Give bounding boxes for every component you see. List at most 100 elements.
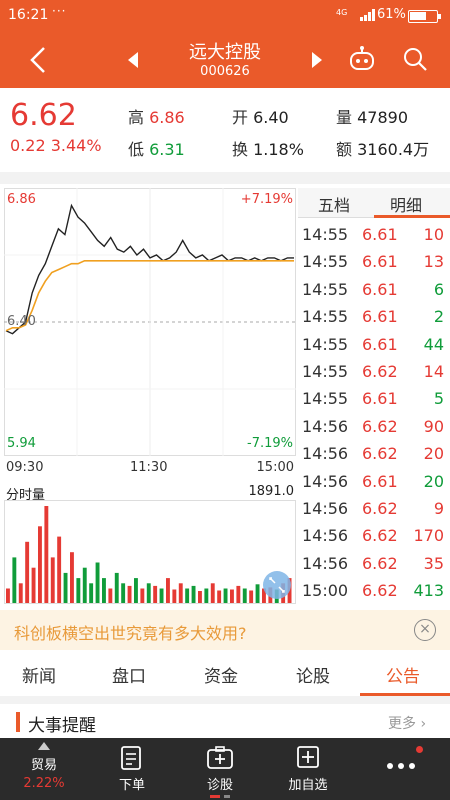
volume-bar xyxy=(134,578,138,604)
section-gap xyxy=(0,172,450,184)
tab-handicap[interactable]: 盘口 xyxy=(112,662,146,687)
tab-forum[interactable]: 论股 xyxy=(296,662,330,687)
trade-time: 14:56 xyxy=(302,553,349,573)
volume-bar xyxy=(121,583,126,604)
status-dots: ··· xyxy=(52,4,67,18)
trade-volume: 9 xyxy=(433,499,444,518)
change-amount: 0.22 xyxy=(10,136,46,155)
trade-detail-panel: 五档 明细 14:55 6.61 10 14:55 6.61 13 14:55 6.61 6 14… xyxy=(298,188,450,606)
trade-volume: 6 xyxy=(433,279,444,299)
volume-bar xyxy=(63,572,68,604)
next-stock-icon[interactable] xyxy=(310,52,322,68)
trade-row: 14:55 6.61 44 xyxy=(298,332,450,359)
trade-row: 14:55 6.61 5 xyxy=(298,386,450,413)
intraday-chart[interactable]: 6.86 +7.19% 6.40 5.94 -7.19% xyxy=(4,188,296,456)
chart-bottom-price: 5.94 xyxy=(7,436,36,451)
ad-banner[interactable]: 科创板横空出世究竟有多大效用? × xyxy=(0,610,450,650)
more-link[interactable]: 更多 › xyxy=(388,713,426,733)
trade-volume: 90 xyxy=(423,416,444,436)
trade-time: 14:55 xyxy=(302,362,349,381)
tab-announcement[interactable]: 公告 xyxy=(386,662,420,687)
volume-bar xyxy=(217,590,222,604)
trade-volume: 14 xyxy=(423,362,444,381)
low-label: 低 xyxy=(128,140,145,159)
volume-bar xyxy=(95,562,100,604)
nav-more[interactable] xyxy=(352,738,450,800)
volume-bar xyxy=(198,591,202,604)
trade-time: 15:00 xyxy=(302,581,349,601)
trade-tabs: 五档 明细 xyxy=(298,188,450,218)
trade-time: 14:56 xyxy=(302,499,349,518)
trade-price: 6.62 xyxy=(362,416,398,436)
volume-bar xyxy=(153,585,158,604)
volume-bar xyxy=(38,526,42,604)
trade-volume: 413 xyxy=(413,581,444,601)
turnover-value: 1.18% xyxy=(253,140,304,159)
more-icon xyxy=(387,763,415,769)
trade-volume: 35 xyxy=(423,553,444,573)
trade-time: 14:55 xyxy=(302,334,349,354)
volume-bar xyxy=(50,557,55,604)
search-icon[interactable] xyxy=(402,46,428,72)
volume-bar xyxy=(255,584,260,604)
volume-bar xyxy=(249,590,254,604)
trade-row: 14:55 6.62 14 xyxy=(298,359,450,386)
trade-row: 15:00 6.62 413 xyxy=(298,578,450,605)
trade-row: 14:56 6.61 20 xyxy=(298,469,450,496)
high-label: 高 xyxy=(128,108,145,127)
current-price: 6.62 xyxy=(10,98,77,133)
nav-add-favorite[interactable]: 加自选 xyxy=(264,738,352,800)
trade-row: 14:56 6.62 35 xyxy=(298,551,450,578)
volume-bar xyxy=(178,583,183,604)
trade-price: 6.62 xyxy=(362,526,398,546)
volume-bar xyxy=(127,585,132,604)
turnover-label: 换 xyxy=(232,140,249,159)
trade-time: 14:55 xyxy=(302,389,349,409)
trade-row: 14:55 6.61 10 xyxy=(298,222,450,249)
low-stat: 低 6.31 xyxy=(128,136,185,160)
tab-news[interactable]: 新闻 xyxy=(22,662,56,687)
tab-detail[interactable]: 明细 xyxy=(390,192,422,216)
volume-bar xyxy=(114,572,119,604)
quote-panel: 6.62 0.22 3.44% 高 6.86 低 6.31 开 6.40 换 1… xyxy=(0,88,450,172)
low-value: 6.31 xyxy=(149,140,185,159)
trade-volume: 20 xyxy=(423,471,444,491)
signal-icon xyxy=(360,9,375,21)
active-indicator xyxy=(210,795,220,798)
close-icon[interactable]: × xyxy=(414,619,436,641)
volume-bar xyxy=(191,585,196,604)
volume-chart-svg xyxy=(4,500,296,604)
inactive-indicator xyxy=(224,795,230,798)
volume-bar xyxy=(76,578,81,604)
news-tab-bar: 新闻 盘口 资金 论股 公告 xyxy=(0,650,450,696)
change-percent: 3.44% xyxy=(50,136,102,155)
trade-price: 6.61 xyxy=(362,225,398,244)
open-label: 开 xyxy=(232,108,249,127)
tab-five-levels[interactable]: 五档 xyxy=(318,192,350,216)
volume-bar xyxy=(18,583,23,604)
robot-icon[interactable] xyxy=(348,46,376,72)
volume-bar xyxy=(166,578,170,604)
nav-diagnose[interactable]: 诊股 xyxy=(176,738,264,800)
ad-text[interactable]: 科创板横空出世究竟有多大效用? xyxy=(14,620,247,644)
volume-bar xyxy=(102,578,106,604)
volume-label: 量 xyxy=(336,108,353,127)
nav-order[interactable]: 下单 xyxy=(88,738,176,800)
volume-value: 47890 xyxy=(357,108,409,127)
battery-percent: 61% xyxy=(377,7,406,22)
diagnose-icon xyxy=(207,746,233,769)
chart-top-pct: +7.19% xyxy=(240,192,293,207)
volume-bar xyxy=(210,583,215,604)
trade-price: 6.62 xyxy=(362,499,398,518)
chart-bottom-pct: -7.19% xyxy=(247,436,293,451)
section-accent xyxy=(16,712,20,732)
order-icon xyxy=(121,746,141,770)
nav-trade[interactable]: 贸易 2.22% xyxy=(0,738,88,800)
high-value: 6.86 xyxy=(149,108,185,127)
amount-value: 3160.4万 xyxy=(357,140,430,159)
trade-volume: 2 xyxy=(433,307,444,327)
tab-funds[interactable]: 资金 xyxy=(204,662,238,687)
trade-volume: 10 xyxy=(423,225,444,244)
volume-bar xyxy=(12,557,17,604)
expand-icon[interactable] xyxy=(262,570,292,600)
